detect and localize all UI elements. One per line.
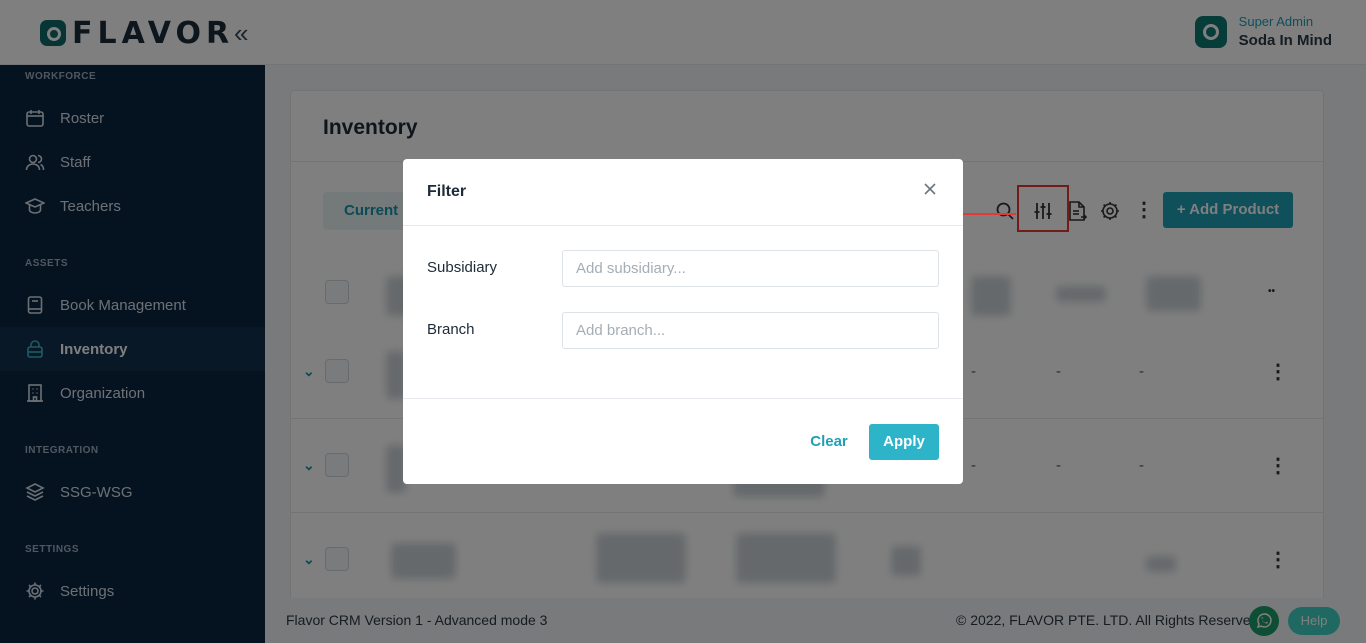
branch-input[interactable] <box>562 312 939 349</box>
subsidiary-input[interactable] <box>562 250 939 287</box>
modal-footer-divider <box>403 398 963 399</box>
close-button[interactable] <box>920 179 940 199</box>
modal-title: Filter <box>427 183 467 200</box>
apply-button[interactable]: Apply <box>869 424 939 460</box>
subsidiary-label: Subsidiary <box>427 259 498 276</box>
branch-label: Branch <box>427 321 475 338</box>
close-icon <box>924 183 936 195</box>
filter-modal: Filter Subsidiary Branch Clear Apply <box>403 159 963 484</box>
clear-button[interactable]: Clear <box>803 424 855 460</box>
modal-header-divider <box>403 225 963 226</box>
